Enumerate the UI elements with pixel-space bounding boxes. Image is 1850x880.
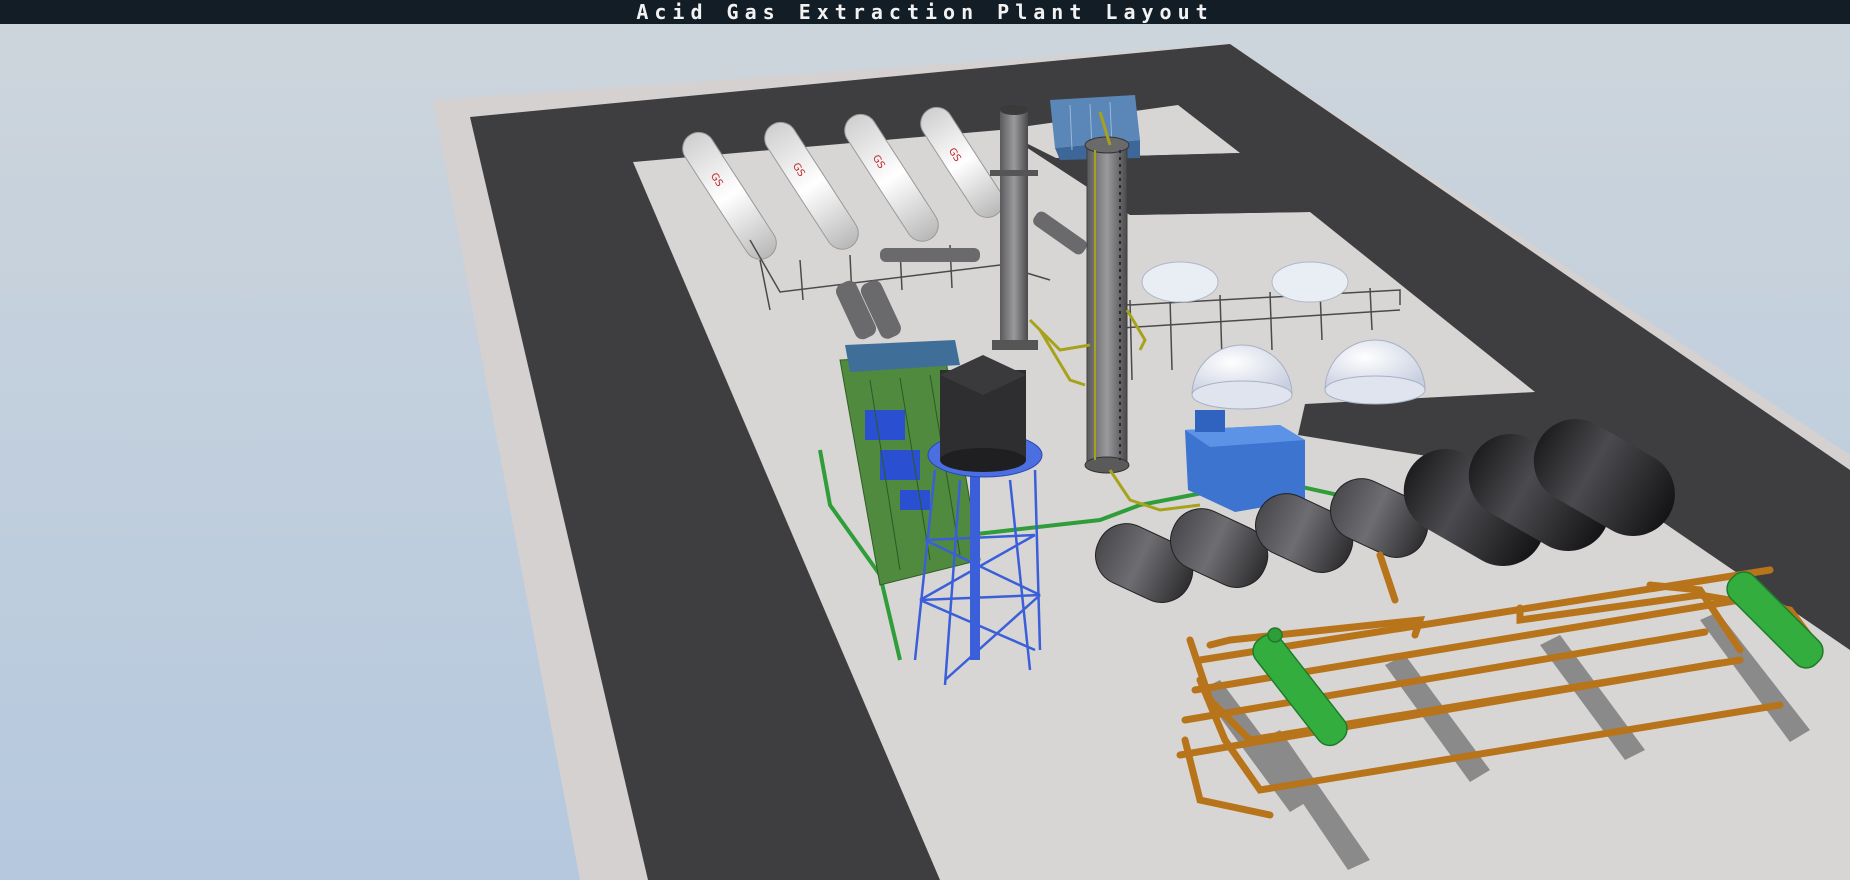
3d-viewport[interactable]: GS GS GS GS bbox=[0, 24, 1850, 880]
distillation-column bbox=[1084, 136, 1130, 474]
window-title: Acid Gas Extraction Plant Layout bbox=[636, 0, 1214, 24]
title-bar: Acid Gas Extraction Plant Layout bbox=[0, 0, 1850, 24]
